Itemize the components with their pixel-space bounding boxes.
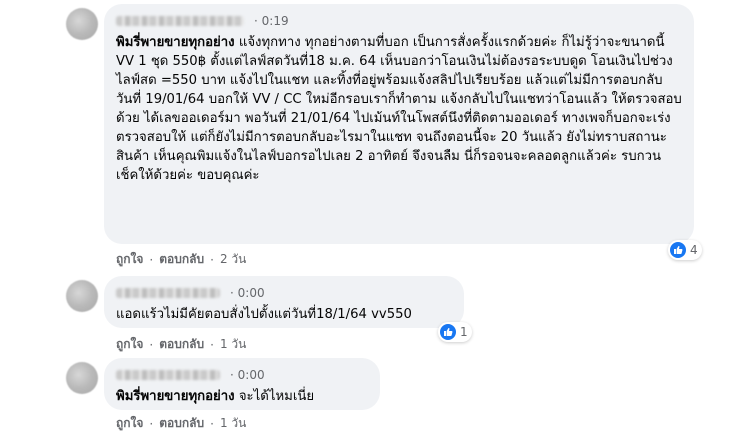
comment-bubble: · 0:00 พิมรี่พายขายทุกอย่าง จะได้ไหมเนี่… <box>104 358 380 410</box>
reply-button[interactable]: ตอบกลับ <box>159 414 204 433</box>
tagged-page-link[interactable]: พิมรี่พายขายทุกอย่าง <box>116 35 235 50</box>
reaction-count[interactable]: 4 <box>668 240 702 260</box>
comment-age[interactable]: 1 วัน <box>220 414 246 433</box>
comment-bubble: · 0:00 แอดแร้วไม่มีคัยตอบสั่งไปตั้งแต่วั… <box>104 276 464 328</box>
like-button[interactable]: ถูกใจ <box>116 414 143 433</box>
like-button[interactable]: ถูกใจ <box>116 335 143 354</box>
comment-age[interactable]: 2 วัน <box>220 250 246 269</box>
video-timestamp[interactable]: · 0:19 <box>254 14 289 28</box>
like-icon <box>440 324 456 340</box>
comment-age[interactable]: 1 วัน <box>220 335 246 354</box>
comment-actions: ถูกใจ · ตอบกลับ · 2 วัน <box>116 250 246 269</box>
comment-bubble: · 0:19 พิมรี่พายขายทุกอย่าง แจ้งทุกทาง ท… <box>104 4 694 244</box>
commenter-name[interactable] <box>116 288 220 298</box>
comment-text: แอดแร้วไม่มีคัยตอบสั่งไปตั้งแต่วันที่18/… <box>116 307 412 322</box>
avatar[interactable] <box>66 280 98 312</box>
comment-actions: ถูกใจ · ตอบกลับ · 1 วัน <box>116 335 246 354</box>
avatar[interactable] <box>66 362 98 394</box>
reply-button[interactable]: ตอบกลับ <box>159 250 204 269</box>
video-timestamp[interactable]: · 0:00 <box>230 286 265 300</box>
comment-actions: ถูกใจ · ตอบกลับ · 1 วัน <box>116 414 246 433</box>
video-timestamp[interactable]: · 0:00 <box>230 368 265 382</box>
comment-header: · 0:00 <box>116 366 368 384</box>
like-icon <box>670 242 686 258</box>
tagged-page-link[interactable]: พิมรี่พายขายทุกอย่าง <box>116 389 235 404</box>
comment-header: · 0:00 <box>116 284 452 302</box>
like-button[interactable]: ถูกใจ <box>116 250 143 269</box>
avatar[interactable] <box>66 8 98 40</box>
commenter-name[interactable] <box>116 370 220 380</box>
comment-header: · 0:19 <box>116 12 682 30</box>
reaction-count[interactable]: 1 <box>438 322 472 342</box>
commenter-name[interactable] <box>116 16 244 26</box>
comment-text: พิมรี่พายขายทุกอย่าง แจ้งทุกทาง ทุกอย่าง… <box>116 35 682 183</box>
reply-button[interactable]: ตอบกลับ <box>159 335 204 354</box>
comment-text: พิมรี่พายขายทุกอย่าง จะได้ไหมเนี่ย <box>116 389 315 404</box>
